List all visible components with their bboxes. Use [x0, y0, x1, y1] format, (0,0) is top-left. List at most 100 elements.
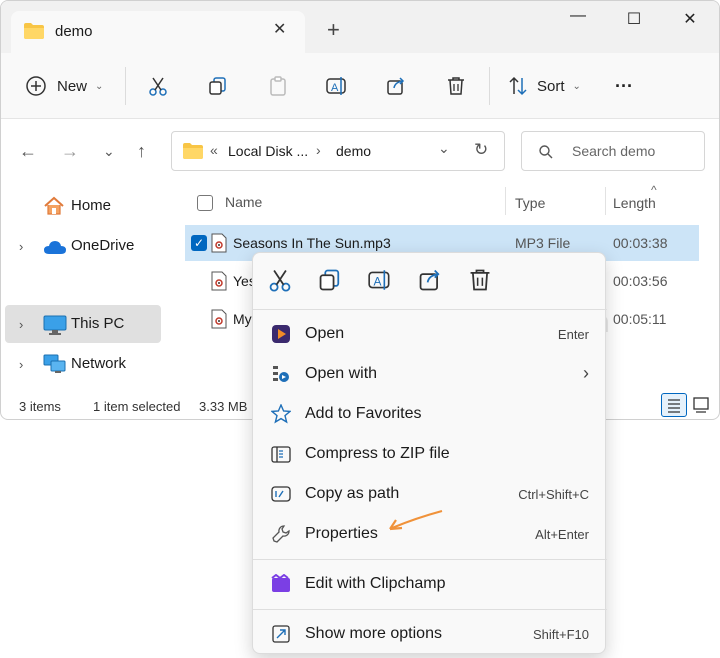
menu-item-label: Properties: [305, 525, 378, 542]
column-header-name[interactable]: Name: [225, 194, 262, 210]
search-placeholder: Search demo: [572, 143, 656, 159]
scissors-icon: [147, 75, 169, 97]
search-icon: [538, 144, 554, 160]
up-arrow-icon[interactable]: ↑: [137, 141, 146, 162]
new-tab-button[interactable]: +: [327, 17, 340, 43]
trash-icon: [467, 267, 495, 293]
scissors-icon: [267, 267, 295, 293]
back-arrow-icon[interactable]: ←: [19, 141, 37, 162]
title-bar: demo ✕ + — ☐ ✕: [1, 1, 719, 53]
refresh-icon[interactable]: ↻: [474, 140, 488, 160]
copy-button[interactable]: [207, 73, 229, 99]
toolbar-divider: [489, 67, 490, 105]
rename-icon: A: [367, 267, 395, 293]
maximize-button[interactable]: ☐: [619, 9, 649, 29]
tab-close-icon[interactable]: ✕: [273, 19, 286, 39]
column-header-length[interactable]: Length: [613, 195, 656, 211]
menu-item-add-to-favorites[interactable]: Add to Favorites: [261, 395, 599, 433]
expand-chevron-icon[interactable]: ›: [19, 317, 23, 332]
trash-icon: [445, 75, 467, 97]
copy-path-icon: [271, 484, 291, 504]
sidebar-item-label: Network: [71, 355, 127, 372]
menu-item-label: Open: [305, 325, 345, 342]
menu-item-shortcut: Shift+F10: [532, 627, 589, 642]
search-box[interactable]: Search demo: [521, 131, 705, 171]
expand-chevron-icon[interactable]: ›: [19, 357, 23, 372]
overflow-breadcrumb[interactable]: «: [210, 142, 218, 158]
sidebar-item-label: OneDrive: [71, 237, 135, 254]
audio-file-icon: [211, 233, 227, 253]
breadcrumb-demo[interactable]: demo: [336, 143, 371, 159]
select-all-checkbox[interactable]: [197, 195, 213, 211]
star-icon: [271, 404, 291, 424]
menu-copy-button[interactable]: [317, 267, 345, 295]
monitor-icon: [43, 315, 67, 335]
command-bar: New ⌄ A Sort ⌄ ···: [1, 53, 719, 119]
sidebar-item-onedrive[interactable]: › OneDrive: [5, 227, 161, 265]
menu-item-shortcut: Ctrl+Shift+C: [518, 487, 589, 502]
menu-item-open-with[interactable]: Open with ›: [261, 355, 599, 393]
breadcrumb-local-disk[interactable]: Local Disk ...: [228, 143, 308, 159]
menu-item-label: Edit with Clipchamp: [305, 575, 446, 592]
media-player-icon: [271, 324, 291, 344]
menu-item-show-more-options[interactable]: Show more options Shift+F10: [261, 615, 599, 653]
open-with-icon: [271, 364, 291, 384]
menu-item-label: Copy as path: [305, 485, 400, 502]
file-name: Seasons In The Sun.mp3: [233, 235, 391, 251]
share-icon: [417, 267, 445, 293]
minimize-button[interactable]: —: [563, 7, 593, 25]
row-checkbox-checked[interactable]: ✓: [191, 235, 207, 251]
breadcrumb-separator: ›: [316, 142, 321, 158]
file-length: 00:03:38: [613, 235, 668, 251]
large-icons-view-icon[interactable]: [691, 395, 711, 415]
see-more-button[interactable]: ···: [615, 73, 633, 99]
file-name: My: [233, 311, 252, 327]
paste-button[interactable]: [267, 73, 289, 99]
folder-icon: [23, 22, 45, 40]
context-quick-actions: A: [253, 253, 607, 309]
cut-button[interactable]: [147, 73, 169, 99]
sidebar-item-home[interactable]: Home: [5, 187, 161, 225]
menu-item-label: Compress to ZIP file: [305, 445, 450, 462]
menu-share-button[interactable]: [417, 267, 445, 295]
menu-divider: [253, 609, 607, 610]
delete-button[interactable]: [445, 73, 467, 99]
menu-cut-button[interactable]: [267, 267, 295, 295]
share-button[interactable]: [385, 73, 407, 99]
home-icon: [43, 196, 65, 216]
new-button[interactable]: New ⌄: [25, 73, 103, 99]
menu-rename-button[interactable]: A: [367, 267, 395, 295]
column-divider[interactable]: [505, 187, 506, 215]
tab-demo[interactable]: demo ✕: [11, 11, 305, 53]
recent-chevron-icon[interactable]: ⌄: [103, 143, 115, 160]
copy-icon: [317, 267, 345, 293]
menu-item-edit-with-clipchamp[interactable]: Edit with Clipchamp: [261, 565, 599, 603]
navigation-pane: Home › OneDrive › This PC › Network: [1, 183, 163, 393]
close-window-button[interactable]: ✕: [675, 9, 705, 29]
address-bar[interactable]: « Local Disk ... › demo ⌄ ↻: [171, 131, 505, 171]
clipchamp-icon: [271, 574, 291, 594]
address-dropdown-icon[interactable]: ⌄: [438, 140, 450, 157]
column-divider[interactable]: [605, 187, 606, 215]
plus-circle-icon: [25, 75, 47, 97]
expand-chevron-icon[interactable]: ›: [19, 239, 23, 254]
share-icon: [385, 75, 407, 97]
menu-item-compress-zip[interactable]: Compress to ZIP file: [261, 435, 599, 473]
item-count: 3 items: [19, 399, 61, 414]
svg-text:A: A: [374, 274, 382, 288]
menu-divider: [253, 559, 607, 560]
menu-item-open[interactable]: Open Enter: [261, 315, 599, 353]
menu-delete-button[interactable]: [467, 267, 495, 295]
rename-button[interactable]: A: [325, 73, 349, 99]
sort-icon: [507, 75, 529, 97]
sidebar-item-this-pc[interactable]: › This PC: [5, 305, 161, 343]
cloud-icon: [43, 239, 67, 255]
audio-file-icon: [211, 309, 227, 329]
column-header-type[interactable]: Type: [515, 195, 545, 211]
sort-button[interactable]: Sort ⌄: [507, 73, 581, 99]
menu-item-shortcut: Alt+Enter: [535, 527, 589, 542]
sidebar-item-network[interactable]: › Network: [5, 345, 161, 383]
forward-arrow-icon[interactable]: →: [61, 141, 79, 162]
details-view-icon[interactable]: [661, 393, 687, 417]
sidebar-item-label: Home: [71, 197, 112, 214]
